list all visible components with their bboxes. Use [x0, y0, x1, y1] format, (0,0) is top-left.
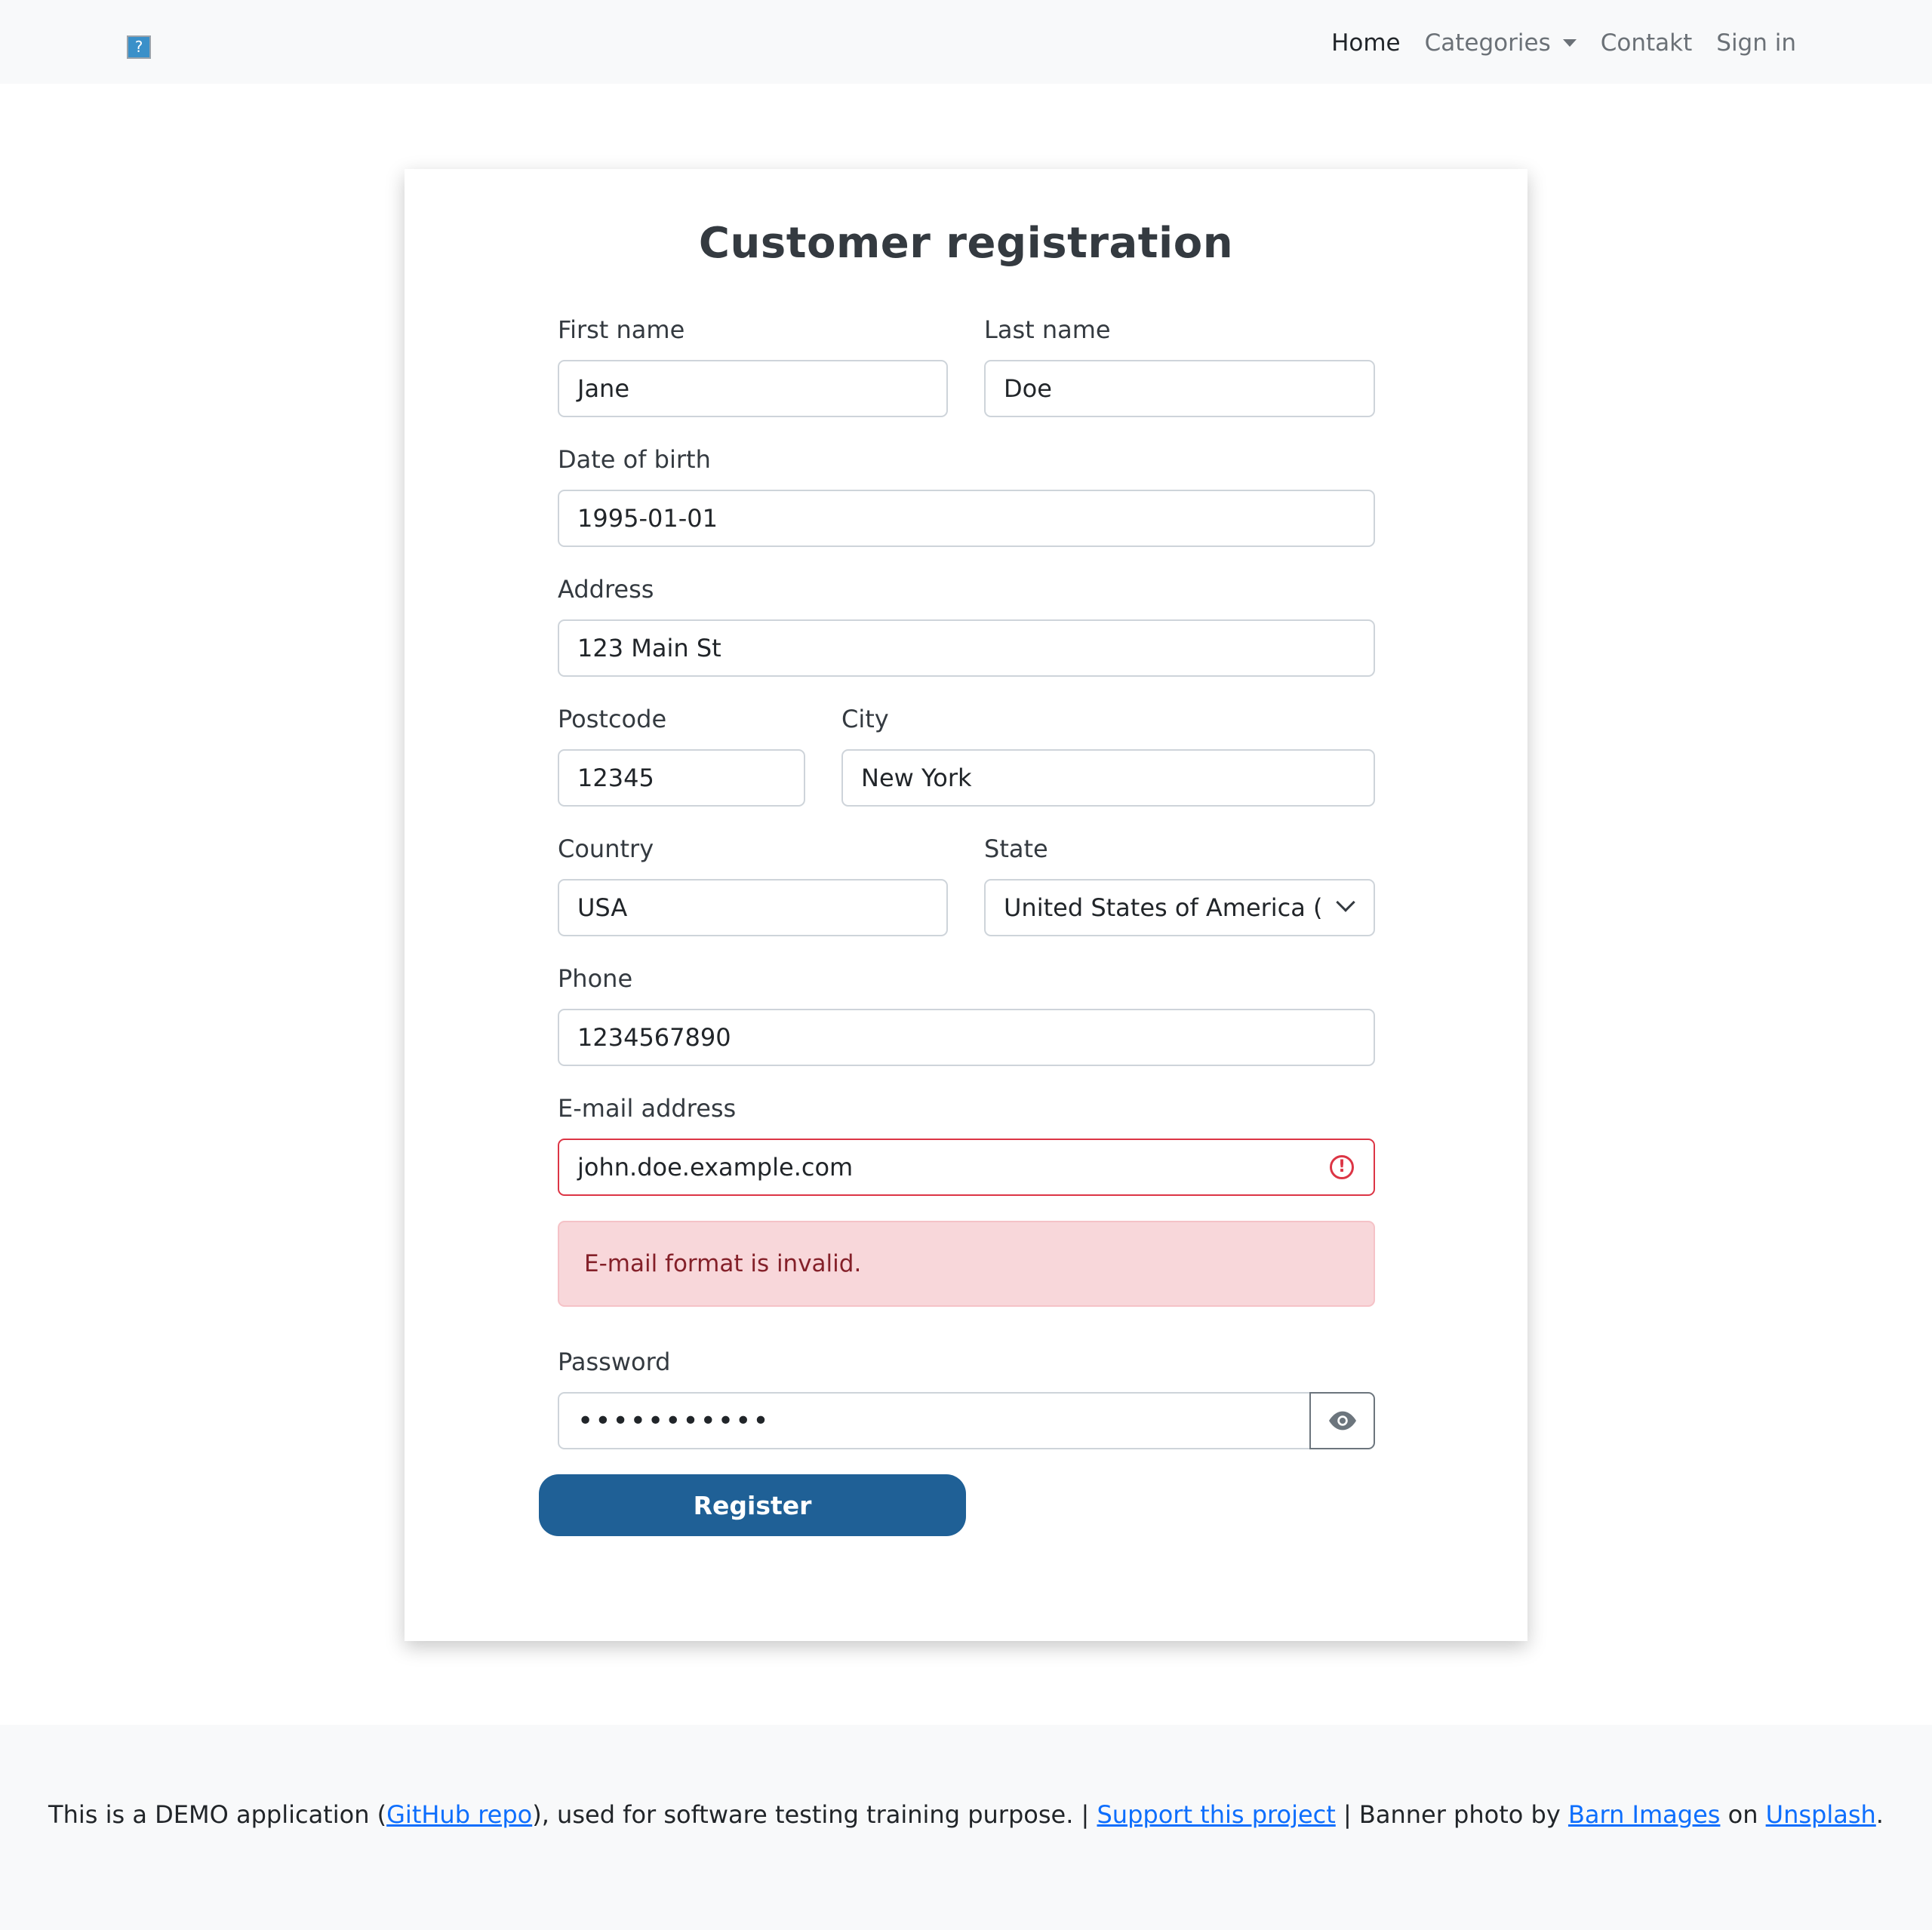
country-label: Country — [558, 834, 654, 863]
phone-label: Phone — [558, 964, 633, 993]
state-label: State — [984, 834, 1048, 863]
email-input-value: john.doe.example.com — [577, 1153, 854, 1182]
toggle-password-button[interactable] — [1309, 1392, 1375, 1449]
city-input[interactable]: New York — [841, 749, 1375, 807]
state-select[interactable]: United States of America (the) — [984, 879, 1375, 936]
barn-images-link[interactable]: Barn Images — [1568, 1800, 1721, 1829]
footer-text: This is a DEMO application (GitHub repo)… — [0, 1800, 1932, 1829]
nav-signin-link[interactable]: Sign in — [1716, 29, 1796, 57]
footer-on-text: on — [1720, 1800, 1766, 1829]
nav-links: Home Categories Contakt Sign in — [1331, 24, 1796, 62]
footer-end: . — [1875, 1800, 1884, 1829]
nav-categories-label: Categories — [1424, 29, 1551, 57]
dob-label: Date of birth — [558, 445, 711, 474]
country-input[interactable]: USA — [558, 879, 948, 936]
error-icon: ! — [1330, 1155, 1354, 1179]
postcode-label: Postcode — [558, 705, 667, 733]
eye-icon — [1328, 1411, 1356, 1431]
footer-photo-text: | Banner photo by — [1335, 1800, 1568, 1829]
nav-home-link[interactable]: Home — [1331, 29, 1401, 57]
email-label: E-mail address — [558, 1094, 737, 1123]
logo-icon[interactable]: ? — [127, 35, 151, 59]
footer-prefix: This is a DEMO application ( — [48, 1800, 387, 1829]
password-group: ••••••••••• — [558, 1392, 1375, 1449]
chevron-down-icon — [1336, 893, 1355, 912]
email-error-alert: E-mail format is invalid. — [558, 1221, 1375, 1307]
nav-categories-dropdown[interactable]: Categories — [1425, 29, 1577, 57]
github-repo-link[interactable]: GitHub repo — [386, 1800, 532, 1829]
footer: This is a DEMO application (GitHub repo)… — [0, 1725, 1932, 1930]
email-input[interactable]: john.doe.example.com ! — [558, 1139, 1375, 1196]
last-name-input[interactable]: Doe — [984, 360, 1375, 417]
first-name-input[interactable]: Jane — [558, 360, 948, 417]
phone-input[interactable]: 1234567890 — [558, 1009, 1375, 1066]
address-label: Address — [558, 575, 654, 604]
page-title: Customer registration — [698, 219, 1234, 268]
state-select-value: United States of America (the) — [1004, 893, 1321, 922]
first-name-label: First name — [558, 315, 685, 344]
city-label: City — [841, 705, 889, 733]
nav-contact-link[interactable]: Contakt — [1601, 29, 1693, 57]
password-label: Password — [558, 1348, 671, 1376]
footer-middle: ), used for software testing training pu… — [532, 1800, 1097, 1829]
dob-input[interactable]: 1995-01-01 — [558, 490, 1375, 547]
caret-down-icon — [1562, 39, 1577, 47]
password-input[interactable]: ••••••••••• — [558, 1392, 1311, 1449]
address-input[interactable]: 123 Main St — [558, 619, 1375, 677]
last-name-label: Last name — [984, 315, 1111, 344]
register-button[interactable]: Register — [539, 1474, 966, 1536]
support-project-link[interactable]: Support this project — [1097, 1800, 1335, 1829]
unsplash-link[interactable]: Unsplash — [1766, 1800, 1876, 1829]
postcode-input[interactable]: 12345 — [558, 749, 805, 807]
navbar: ? Home Categories Contakt Sign in — [0, 0, 1932, 84]
